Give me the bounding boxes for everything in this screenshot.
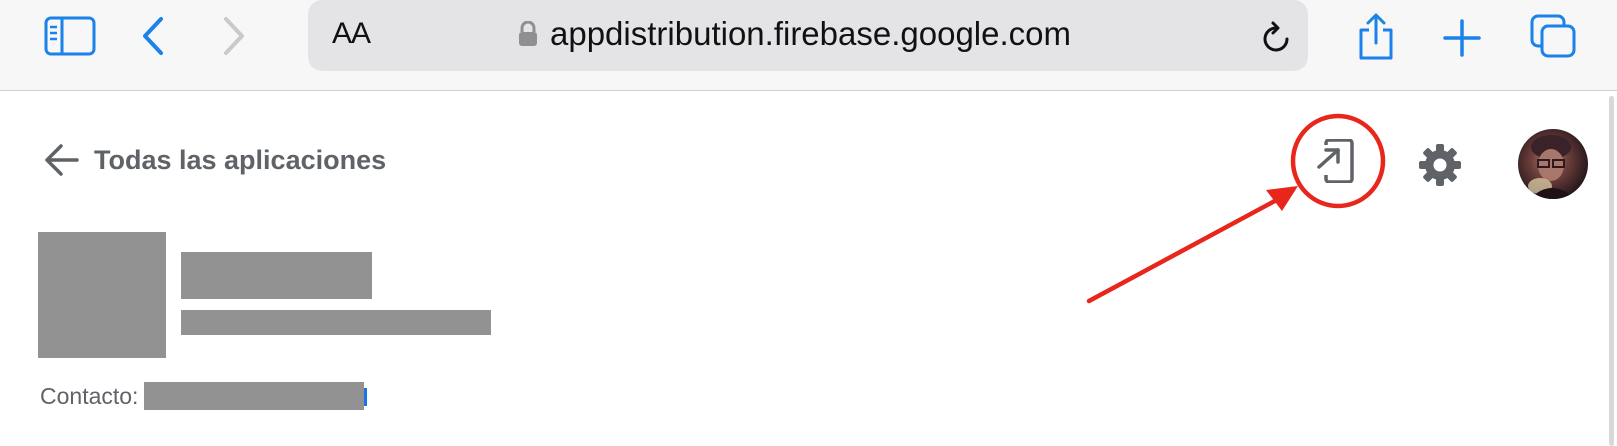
app-name-redacted — [181, 252, 372, 299]
text-size-label: AA — [332, 17, 371, 50]
gear-icon — [1419, 144, 1461, 186]
tabs-icon — [1530, 14, 1576, 58]
browser-toolbar: AA appdistribution.firebase.google.com — [0, 0, 1617, 91]
annotation-arrow-head — [1266, 186, 1298, 211]
share-button[interactable] — [1355, 12, 1397, 62]
add-device-button[interactable] — [1316, 138, 1356, 188]
plus-icon — [1443, 19, 1481, 57]
chevron-left-icon — [143, 17, 163, 55]
page-scrollbar[interactable] — [1609, 96, 1614, 446]
address-bar[interactable]: AA appdistribution.firebase.google.com — [308, 0, 1308, 71]
lock-icon — [519, 21, 537, 46]
contact-row: Contacto: — [40, 382, 368, 410]
user-avatar[interactable] — [1518, 129, 1588, 199]
reload-button[interactable] — [1261, 20, 1293, 59]
share-icon — [1359, 13, 1393, 60]
sidebar-toggle-button[interactable] — [44, 16, 96, 56]
back-button[interactable] — [140, 16, 166, 56]
url-text: appdistribution.firebase.google.com — [550, 15, 1071, 52]
app-id-redacted — [181, 310, 491, 335]
annotation-arrow-line — [1086, 193, 1287, 304]
new-tab-button[interactable] — [1443, 19, 1481, 57]
tabs-overview-button[interactable] — [1530, 14, 1578, 60]
all-apps-label: Todas las aplicaciones — [94, 144, 387, 175]
avatar-photo-icon — [1528, 135, 1576, 199]
all-apps-back-link[interactable]: Todas las aplicaciones — [44, 140, 386, 180]
text-size-button[interactable]: AA — [332, 17, 371, 51]
settings-button[interactable] — [1418, 143, 1462, 192]
arrow-left-icon — [45, 144, 79, 176]
app-icon-redacted — [38, 232, 166, 358]
phone-add-icon — [1317, 138, 1354, 184]
chevron-right-icon — [224, 17, 244, 55]
contact-email-redacted[interactable] — [144, 382, 368, 410]
reload-icon — [1263, 21, 1289, 52]
forward-button[interactable] — [221, 16, 247, 56]
sidebar-icon — [44, 16, 96, 56]
contact-label: Contacto: — [40, 382, 139, 409]
